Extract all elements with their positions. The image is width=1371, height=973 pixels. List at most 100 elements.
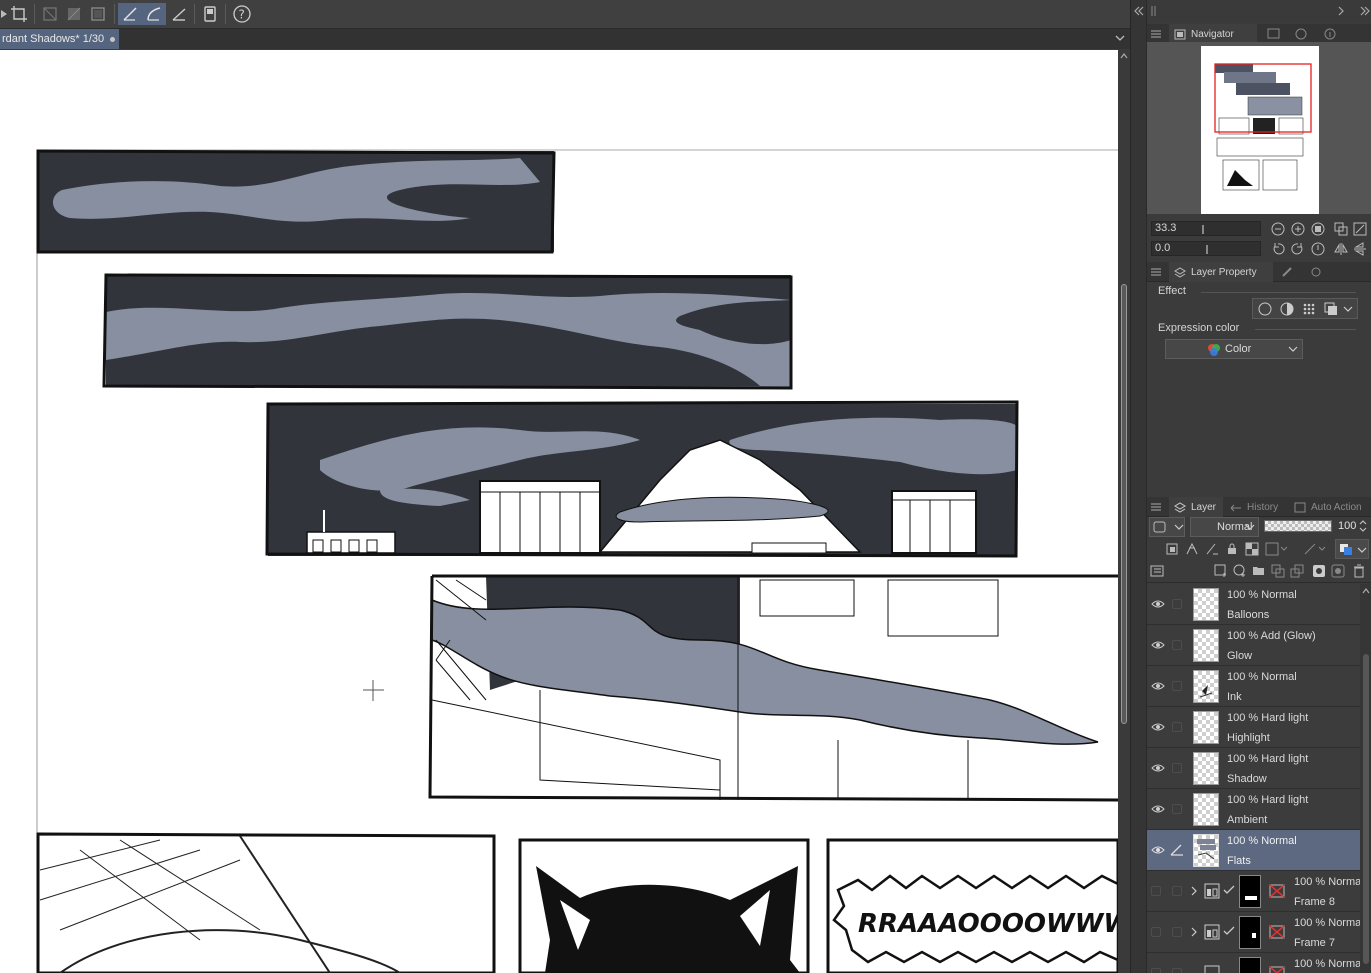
layer-list-scrollbar[interactable]	[1360, 584, 1371, 973]
draft-layer-icon[interactable]	[1205, 542, 1219, 556]
chevron-down-icon[interactable]	[1342, 304, 1354, 314]
fit-page-icon[interactable]	[1334, 222, 1348, 236]
create-mask-icon[interactable]	[1312, 564, 1326, 578]
layer-row[interactable]: 100 % Hard light Shadow	[1147, 748, 1360, 789]
chevron-right-icon[interactable]	[1190, 927, 1198, 937]
lock-icon[interactable]	[1225, 542, 1239, 556]
eye-icon[interactable]	[1151, 638, 1165, 652]
color-wheel-icon[interactable]	[1294, 28, 1308, 40]
ruler-disabled-icon[interactable]	[1268, 883, 1286, 899]
layer-lock-toggle[interactable]	[1172, 722, 1182, 732]
canvas-scroll-thumb[interactable]	[1121, 284, 1127, 724]
tool-property-icon[interactable]	[1309, 266, 1323, 278]
visibility-toggle[interactable]	[1151, 886, 1161, 896]
eye-icon[interactable]	[1151, 597, 1165, 611]
frame-folder-row[interactable]: 100 % Normal	[1147, 953, 1364, 973]
rotation-field[interactable]: 0.0	[1151, 241, 1261, 256]
layer-row[interactable]: 100 % Hard light Ambient	[1147, 789, 1360, 830]
visibility-toggle[interactable]	[1151, 927, 1161, 937]
info-icon[interactable]	[1323, 28, 1337, 40]
flip-vertical-icon[interactable]	[1353, 242, 1367, 256]
pen-stroke-icon[interactable]	[118, 3, 142, 25]
ruler-disabled-icon[interactable]	[1268, 924, 1286, 940]
layer-lock-toggle[interactable]	[1172, 927, 1182, 937]
ruler-link-icon[interactable]	[1303, 542, 1329, 556]
combine-down-icon[interactable]	[1290, 564, 1304, 578]
visibility-toggle[interactable]	[1151, 968, 1161, 973]
layer-type-select[interactable]	[1149, 517, 1185, 537]
layer-lock-toggle[interactable]	[1172, 640, 1182, 650]
chevron-down-icon[interactable]	[1114, 32, 1126, 44]
opacity-slider[interactable]	[1264, 520, 1332, 532]
layer-lock-toggle[interactable]	[1172, 599, 1182, 609]
layer-lock-toggle[interactable]	[1172, 763, 1182, 773]
tablet-icon[interactable]	[198, 3, 222, 25]
grip-icon[interactable]	[1151, 5, 1157, 17]
ruler-disabled-icon[interactable]	[1268, 965, 1286, 973]
layer-row[interactable]: 100 % Add (Glow) Glow	[1147, 625, 1360, 666]
layer-row-selected[interactable]: 100 % Normal Flats	[1147, 830, 1360, 871]
frame-folder-row[interactable]: 100 % Normal Frame 8	[1147, 871, 1364, 912]
blend-mode-select[interactable]: Normal	[1190, 517, 1259, 537]
eye-icon[interactable]	[1151, 761, 1165, 775]
layer-color-select[interactable]	[1335, 539, 1369, 559]
zoom-out-icon[interactable]	[1271, 222, 1285, 236]
tab-navigator[interactable]: Navigator	[1169, 24, 1257, 44]
chevron-right-icon[interactable]	[1336, 6, 1346, 16]
layer-lock-toggle[interactable]	[1172, 681, 1182, 691]
help-icon[interactable]: ?	[230, 3, 254, 25]
extract-line-icon[interactable]	[1280, 302, 1294, 316]
eye-icon[interactable]	[1151, 720, 1165, 734]
crop-icon[interactable]	[7, 3, 31, 25]
layer-lock-toggle[interactable]	[1172, 968, 1182, 973]
lock-transparency-icon[interactable]	[1245, 542, 1259, 556]
tab-layer-property[interactable]: Layer Property	[1169, 262, 1273, 282]
eye-icon[interactable]	[1151, 843, 1165, 857]
tab-layer[interactable]: Layer	[1169, 497, 1223, 517]
expression-color-select[interactable]: Color	[1165, 339, 1303, 359]
reference-layer-icon[interactable]	[1185, 542, 1199, 556]
new-raster-layer-icon[interactable]	[1214, 564, 1228, 578]
layer-color-icon[interactable]	[1324, 302, 1338, 316]
zoom-field[interactable]: 33.3	[1151, 221, 1261, 236]
transfer-down-icon[interactable]	[1271, 564, 1285, 578]
collapse-right-icon[interactable]	[1359, 6, 1371, 16]
tab-document[interactable]: rdant Shadows* 1/30	[0, 29, 119, 49]
layer-row[interactable]: 100 % Normal Balloons	[1147, 584, 1360, 625]
opacity-spinner-icon[interactable]	[1359, 519, 1367, 533]
ruler-mask-icon[interactable]	[62, 3, 86, 25]
new-vector-layer-icon[interactable]	[1233, 564, 1247, 578]
new-folder-icon[interactable]	[1252, 564, 1266, 578]
panel-menu-icon[interactable]	[1151, 29, 1161, 39]
zoom-in-icon[interactable]	[1291, 222, 1305, 236]
apply-mask-icon[interactable]	[1331, 564, 1345, 578]
clipping-icon[interactable]	[1165, 542, 1179, 556]
navigator-preview[interactable]	[1147, 42, 1371, 214]
frame-folder-row[interactable]: 100 % Normal Frame 7	[1147, 912, 1364, 953]
tab-auto-action[interactable]: Auto Action	[1289, 497, 1371, 517]
mask-toggle-icon[interactable]	[1265, 542, 1287, 556]
frame-icon[interactable]	[86, 3, 110, 25]
pen-edit-icon[interactable]	[1169, 843, 1185, 857]
panel-menu-icon[interactable]	[1151, 502, 1161, 512]
flip-horizontal-icon[interactable]	[1334, 242, 1348, 256]
chevron-right-icon[interactable]	[1190, 886, 1198, 896]
layer-lock-toggle[interactable]	[1172, 804, 1182, 814]
ruler-off-icon[interactable]	[38, 3, 62, 25]
subview-icon[interactable]	[1267, 28, 1281, 40]
layer-list-view-icon[interactable]	[1150, 564, 1164, 578]
panel-menu-icon[interactable]	[1151, 267, 1161, 277]
layer-lock-toggle[interactable]	[1172, 886, 1182, 896]
layer-row[interactable]: 100 % Normal Ink	[1147, 666, 1360, 707]
eye-icon[interactable]	[1151, 802, 1165, 816]
canvas[interactable]: RRAAAOOOOWWWW	[0, 50, 1118, 973]
fit-window-icon[interactable]	[1353, 222, 1367, 236]
rotate-right-icon[interactable]	[1291, 242, 1305, 256]
tab-history[interactable]: History	[1225, 497, 1287, 517]
rotate-left-icon[interactable]	[1271, 242, 1285, 256]
layer-scroll-thumb[interactable]	[1363, 654, 1369, 964]
delete-layer-icon[interactable]	[1352, 564, 1366, 578]
layer-row[interactable]: 100 % Hard light Highlight	[1147, 707, 1360, 748]
brush-property-icon[interactable]	[1281, 266, 1295, 278]
eye-icon[interactable]	[1151, 679, 1165, 693]
